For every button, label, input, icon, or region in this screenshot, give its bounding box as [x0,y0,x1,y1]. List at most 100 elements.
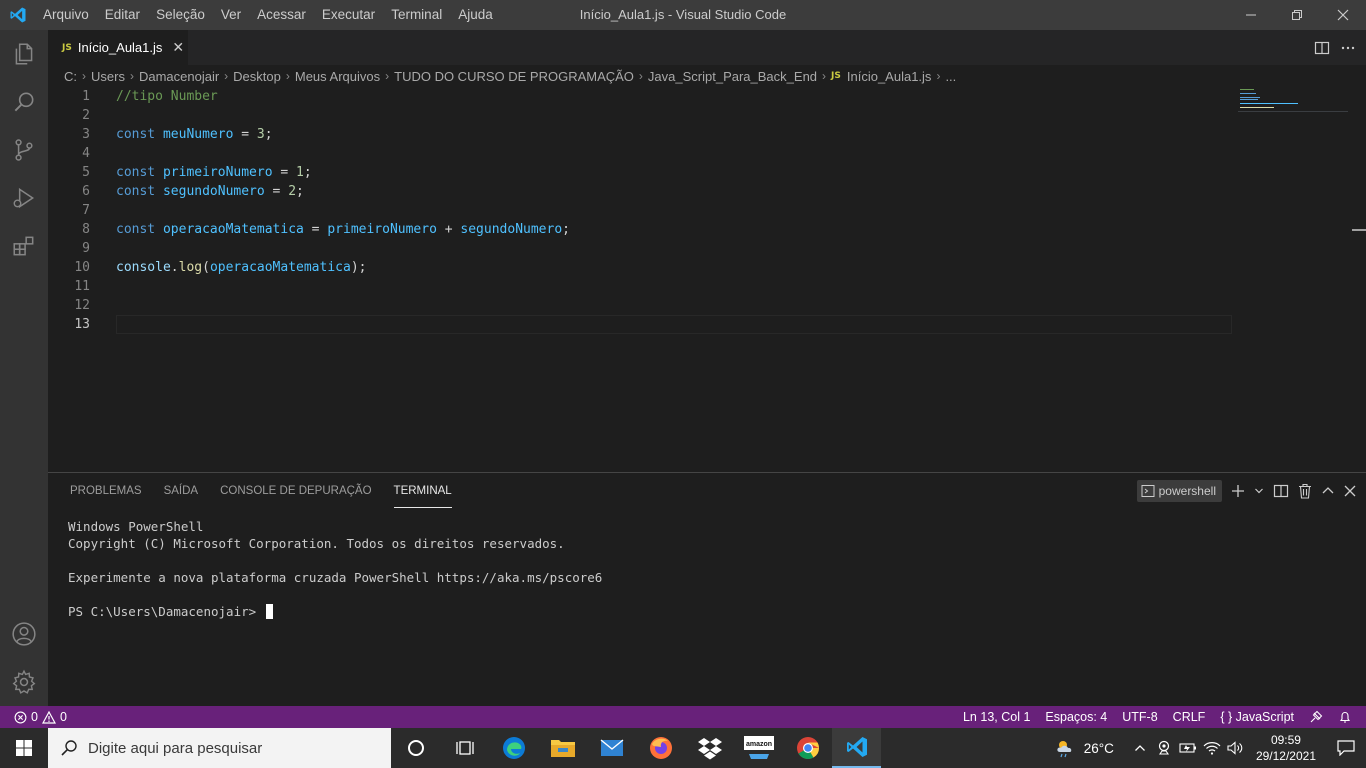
split-editor-icon[interactable] [1314,40,1330,56]
menu-editar[interactable]: Editar [97,0,148,30]
tab-close-button[interactable]: ✕ [172,39,184,56]
minimize-button[interactable] [1228,0,1274,30]
weather-widget[interactable]: 26°C [1054,738,1114,758]
extensions-button[interactable] [0,222,48,270]
breadcrumb-desktop[interactable]: Desktop [233,69,281,84]
line-number: 10 [74,260,90,275]
code-line: 7 [48,201,1232,220]
terminal-shell-selector[interactable]: powershell [1136,480,1222,502]
breadcrumb-folder[interactable]: Java_Script_Para_Back_End [648,69,817,84]
terminal-output[interactable]: Windows PowerShell Copyright (C) Microsof… [68,518,602,620]
encoding[interactable]: UTF-8 [1122,710,1157,724]
dropbox-app[interactable] [685,728,734,768]
taskbar-clock[interactable]: 09:59 29/12/2021 [1256,732,1316,764]
source-control-button[interactable] [0,126,48,174]
add-terminal-icon[interactable] [1231,484,1245,498]
code-line-current: 13 [48,315,1232,334]
trash-icon[interactable] [1298,483,1312,499]
start-button[interactable] [0,728,48,768]
task-view-button[interactable] [440,728,489,768]
problems-indicator[interactable]: 0 0 [14,706,67,728]
breadcrumb-meus-arquivos[interactable]: Meus Arquivos [295,69,380,84]
cortana-button[interactable] [391,728,440,768]
code-line: 11 [48,277,1232,296]
edge-app[interactable] [489,728,538,768]
end-of-line[interactable]: CRLF [1173,710,1206,724]
breadcrumb-file[interactable]: Início_Aula1.js [847,69,932,84]
tab-inicio-aula1[interactable]: JS Início_Aula1.js ✕ [48,30,188,65]
chrome-app[interactable] [783,728,832,768]
manage-button[interactable] [0,658,48,706]
menu-selecao[interactable]: Seleção [148,0,213,30]
minimize-icon [1246,14,1256,16]
more-actions-icon[interactable] [1340,40,1356,56]
explorer-button[interactable] [0,30,48,78]
menu-ajuda[interactable]: Ajuda [450,0,501,30]
cursor-position[interactable]: Ln 13, Col 1 [963,710,1030,724]
tab-terminal[interactable]: TERMINAL [393,473,452,508]
menu-acessar[interactable]: Acessar [249,0,314,30]
weather-cloud-rain-icon [1057,741,1072,758]
breadcrumb-users[interactable]: Users [91,69,125,84]
show-hidden-icons-button[interactable] [1128,743,1152,753]
breadcrumb-symbols[interactable]: ... [945,69,956,84]
scrollbar-position-marker[interactable] [1352,229,1366,231]
terminal-line: Windows PowerShell [68,519,204,534]
menu-ver[interactable]: Ver [213,0,249,30]
activity-bar [0,30,48,706]
file-explorer-app[interactable] [538,728,587,768]
run-debug-button[interactable] [0,174,48,222]
tab-output[interactable]: SAÍDA [164,473,199,508]
source-control-icon [15,139,33,161]
line-number: 7 [82,203,90,218]
tray-webcam[interactable] [1152,740,1176,756]
menu-terminal[interactable]: Terminal [383,0,450,30]
line-number: 2 [82,108,90,123]
breadcrumb-user[interactable]: Damacenojair [139,69,219,84]
feedback-icon[interactable] [1309,710,1323,724]
restore-button[interactable] [1274,0,1320,30]
search-view-button[interactable] [0,78,48,126]
breadcrumb-drive[interactable]: C: [64,69,77,84]
bell-icon[interactable] [1338,710,1352,724]
close-window-button[interactable] [1320,0,1366,30]
chevron-up-icon[interactable] [1321,484,1335,498]
mail-app[interactable] [587,728,636,768]
code-line: 2 [48,106,1232,125]
menu-executar[interactable]: Executar [314,0,383,30]
chevron-right-icon: › [638,69,643,83]
tab-problems[interactable]: PROBLEMAS [70,473,142,508]
accounts-button[interactable] [0,610,48,658]
chevron-right-icon: › [385,69,390,83]
clock-date: 29/12/2021 [1255,749,1316,763]
breadcrumb-curso[interactable]: TUDO DO CURSO DE PROGRAMAÇÃO [394,69,634,84]
taskbar-search[interactable]: Digite aqui para pesquisar [48,728,391,768]
folder-icon [550,740,575,757]
chrome-icon [796,737,819,759]
chevron-right-icon: › [285,69,290,83]
chevron-right-icon: › [82,69,86,83]
split-terminal-icon[interactable] [1273,483,1289,499]
action-center-button[interactable] [1326,728,1366,768]
firefox-app[interactable] [636,728,685,768]
tray-volume[interactable] [1224,741,1248,755]
menu-arquivo[interactable]: Arquivo [35,0,97,30]
search-icon [61,740,77,756]
tray-battery[interactable] [1176,741,1200,755]
code-editor[interactable]: 1 //tipo Number 2 3 const meuNumero = 3;… [48,87,1366,472]
amazon-app[interactable]: amazon [734,728,783,768]
code-line: 10 console.log(operacaoMatematica); [48,258,1232,277]
javascript-file-icon: JS [831,71,841,81]
title-bar: Arquivo Editar Seleção Ver Acessar Execu… [0,0,1366,30]
close-panel-icon[interactable] [1344,485,1356,497]
chevron-down-icon[interactable] [1254,486,1264,496]
terminal-cursor [265,604,273,619]
minimap[interactable] [1238,87,1348,117]
tray-network[interactable] [1200,741,1224,755]
vscode-app[interactable] [832,728,881,768]
tab-debug-console[interactable]: CONSOLE DE DEPURAÇÃO [220,473,371,508]
tab-label: Início_Aula1.js [77,40,163,55]
language-mode[interactable]: { } JavaScript [1220,710,1294,724]
indentation[interactable]: Espaços: 4 [1045,710,1107,724]
amazon-icon: amazon [743,736,774,759]
